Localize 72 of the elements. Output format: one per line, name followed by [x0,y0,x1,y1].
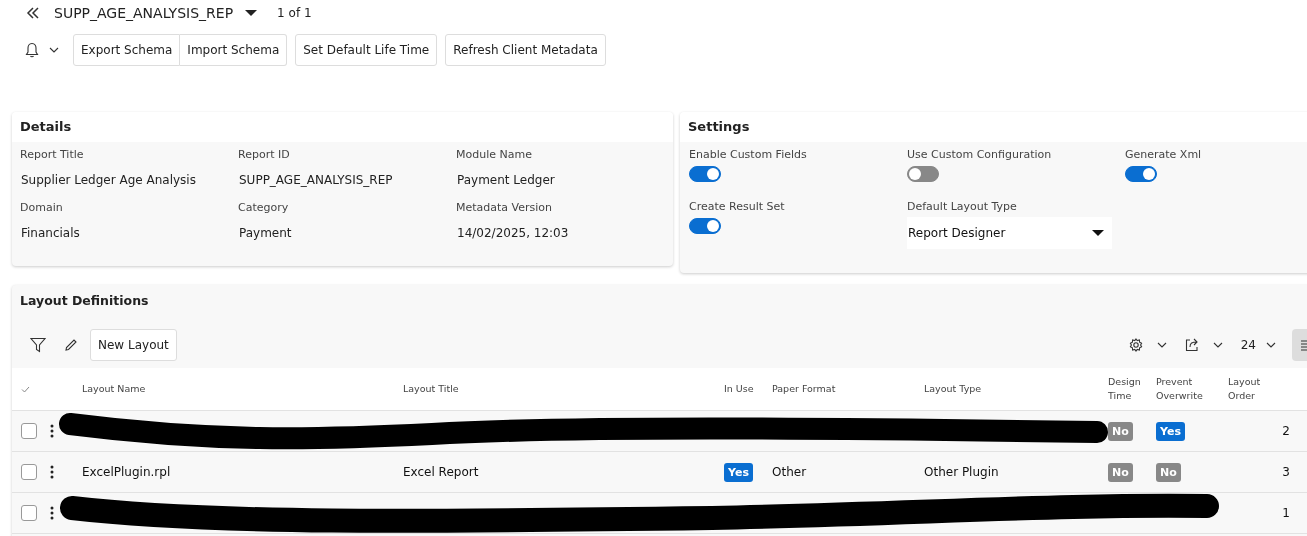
chevron-down-icon[interactable] [1212,342,1223,348]
field-value: Payment [238,226,293,240]
report-title: SUPP_AGE_ANALYSIS_REP [54,5,234,21]
double-chevron-icon[interactable] [26,6,40,20]
toolbar-button[interactable]: Export Schema [73,34,181,66]
status-badge: No [1108,462,1133,482]
card-title: Layout Definitions [19,292,150,310]
field-value: Supplier Ledger Age Analysis [20,173,197,187]
column-header[interactable]: Layout Type [924,381,982,397]
row-checkbox[interactable] [21,505,37,521]
kebab-menu-icon[interactable] [50,465,54,479]
table-cell: Other Plugin [924,465,999,479]
status-badge: No [1156,462,1181,482]
dropdown-field[interactable]: Report Designer [907,217,1112,249]
chevron-down-icon[interactable] [1266,342,1276,348]
card-title: Settings [680,112,1307,142]
field-label: Create Result Set [689,200,786,213]
pencil-icon[interactable] [64,338,78,352]
field-value: Payment Ledger [456,173,556,187]
field-label: Generate Xml [1125,148,1203,161]
toolbar-button[interactable]: Set Default Life Time [295,34,438,66]
field-label: Report ID [238,148,291,161]
field-label: Report Title [20,148,85,161]
field-label: Category [238,201,290,214]
table-cell: Excel Report [403,465,479,479]
field-label: Metadata Version [456,201,554,214]
caret-icon[interactable] [1092,229,1104,237]
status-badge: Yes [1156,421,1185,441]
card-title: Details [12,112,673,142]
column-header[interactable]: Layout Order [1228,374,1290,404]
field-label: Use Custom Configuration [907,148,1053,161]
chevron-down-icon[interactable] [1156,342,1167,348]
toggle-switch[interactable] [907,166,939,182]
toolbar-button[interactable]: Import Schema [180,34,288,66]
table-cell: ExcelPlugin.rpl [82,465,171,479]
toolbar-button[interactable]: Refresh Client Metadata [445,34,606,66]
new-layout-button[interactable]: New Layout [90,329,177,361]
toggle-switch[interactable] [689,218,721,234]
table-cell: 1 [1282,506,1290,520]
page-counter: 1 of 1 [277,6,312,20]
table-cell: 3 [1282,465,1290,479]
toggle-switch[interactable] [689,166,721,182]
column-header[interactable]: Layout Title [403,381,459,397]
column-header[interactable]: Paper Format [772,381,836,397]
toggle-switch[interactable] [1125,166,1157,182]
page-size[interactable]: 24 [1240,338,1256,352]
table-cell: Other [772,465,807,479]
field-label: Enable Custom Fields [689,148,808,161]
row-checkbox[interactable] [21,464,37,480]
caret-icon[interactable] [245,9,258,17]
status-badge: Yes [724,462,753,482]
field-value: SUPP_AGE_ANALYSIS_REP [238,173,394,187]
status-badge: No [1108,421,1133,441]
kebab-menu-icon[interactable] [50,424,54,438]
field-value: 14/02/2025, 12:03 [456,226,570,240]
filter-icon[interactable] [30,337,46,353]
column-header[interactable]: Prevent Overwrite [1156,374,1226,404]
row-checkbox[interactable] [21,423,37,439]
gear-icon[interactable] [1128,338,1143,352]
column-header[interactable]: In Use [724,381,754,397]
column-header[interactable]: Design Time [1108,374,1154,404]
table-cell: 2 [1282,424,1290,438]
kebab-menu-icon[interactable] [50,506,54,520]
column-header[interactable]: Layout Name [82,381,146,397]
field-label: Default Layout Type [907,200,1018,213]
bell-icon[interactable] [25,42,39,58]
field-value: Financials [20,226,81,240]
field-label: Domain [20,201,64,214]
field-label: Module Name [456,148,533,161]
export-icon[interactable] [1184,338,1199,352]
checkmark-icon[interactable] [21,385,30,393]
chevron-down-icon[interactable] [49,47,59,53]
